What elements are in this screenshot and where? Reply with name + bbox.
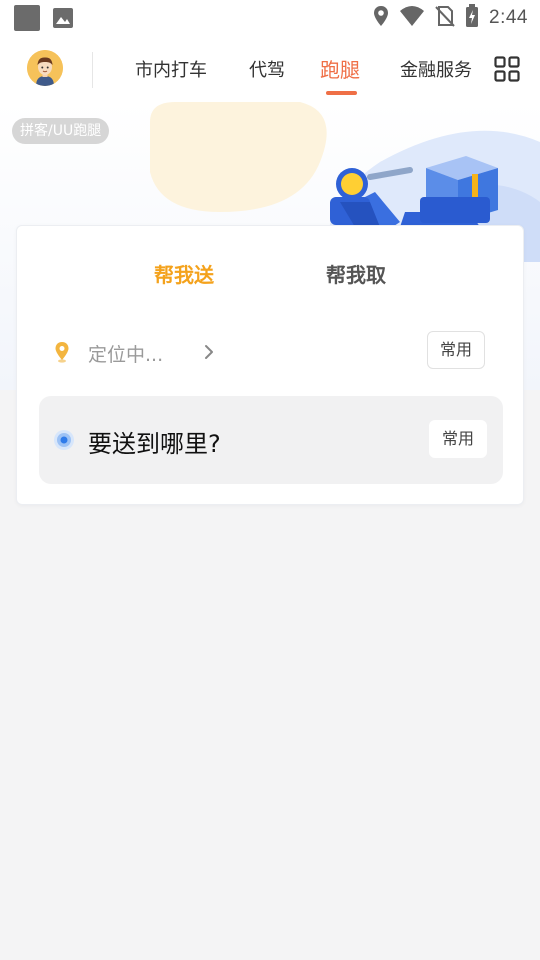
- no-sim-icon: [435, 5, 455, 31]
- tab-designated-driver[interactable]: 代驾: [249, 56, 285, 82]
- tab-errand[interactable]: 跑腿: [320, 54, 360, 83]
- nav-divider: [92, 52, 93, 88]
- errand-order-card: 帮我送 帮我取 定位中... 常用 要送到哪里? 常用: [16, 225, 524, 505]
- active-tab-indicator: [326, 91, 357, 95]
- status-left: [14, 5, 74, 31]
- destination-dot-icon: [53, 429, 75, 451]
- destination-address-row[interactable]: 要送到哪里? 常用: [39, 396, 503, 484]
- origin-pin-icon: [53, 340, 71, 364]
- status-right: 2:44: [373, 4, 528, 32]
- user-avatar-icon[interactable]: [27, 50, 63, 86]
- app-square-icon: [14, 5, 40, 31]
- origin-address-text: 定位中...: [88, 344, 164, 366]
- destination-common-address-button[interactable]: 常用: [429, 420, 487, 458]
- tab-pick-up-for-me[interactable]: 帮我取: [326, 259, 386, 288]
- tab-city-taxi[interactable]: 市内打车: [135, 56, 207, 82]
- top-nav: 市内打车 代驾 跑腿 金融服务: [0, 36, 540, 102]
- status-time: 2:44: [489, 7, 528, 28]
- status-bar: 2:44: [0, 0, 540, 36]
- wifi-icon: [399, 5, 425, 31]
- origin-common-address-button[interactable]: 常用: [427, 331, 485, 369]
- chevron-right-icon: [203, 343, 215, 361]
- location-icon: [373, 5, 389, 31]
- image-icon: [52, 7, 74, 29]
- tab-send-for-me[interactable]: 帮我送: [154, 259, 214, 288]
- origin-address-row[interactable]: 定位中... 常用: [39, 326, 511, 378]
- grid-menu-icon[interactable]: [494, 56, 520, 82]
- screen: 2:44 市内打车 代驾 跑腿 金融服务 拼客/UU跑腿 帮我送 帮我取 定位中…: [0, 0, 540, 960]
- tab-financial-services[interactable]: 金融服务: [400, 56, 472, 82]
- banner-tag: 拼客/UU跑腿: [12, 118, 110, 144]
- battery-icon: [465, 4, 479, 32]
- destination-input-prompt: 要送到哪里?: [88, 430, 221, 458]
